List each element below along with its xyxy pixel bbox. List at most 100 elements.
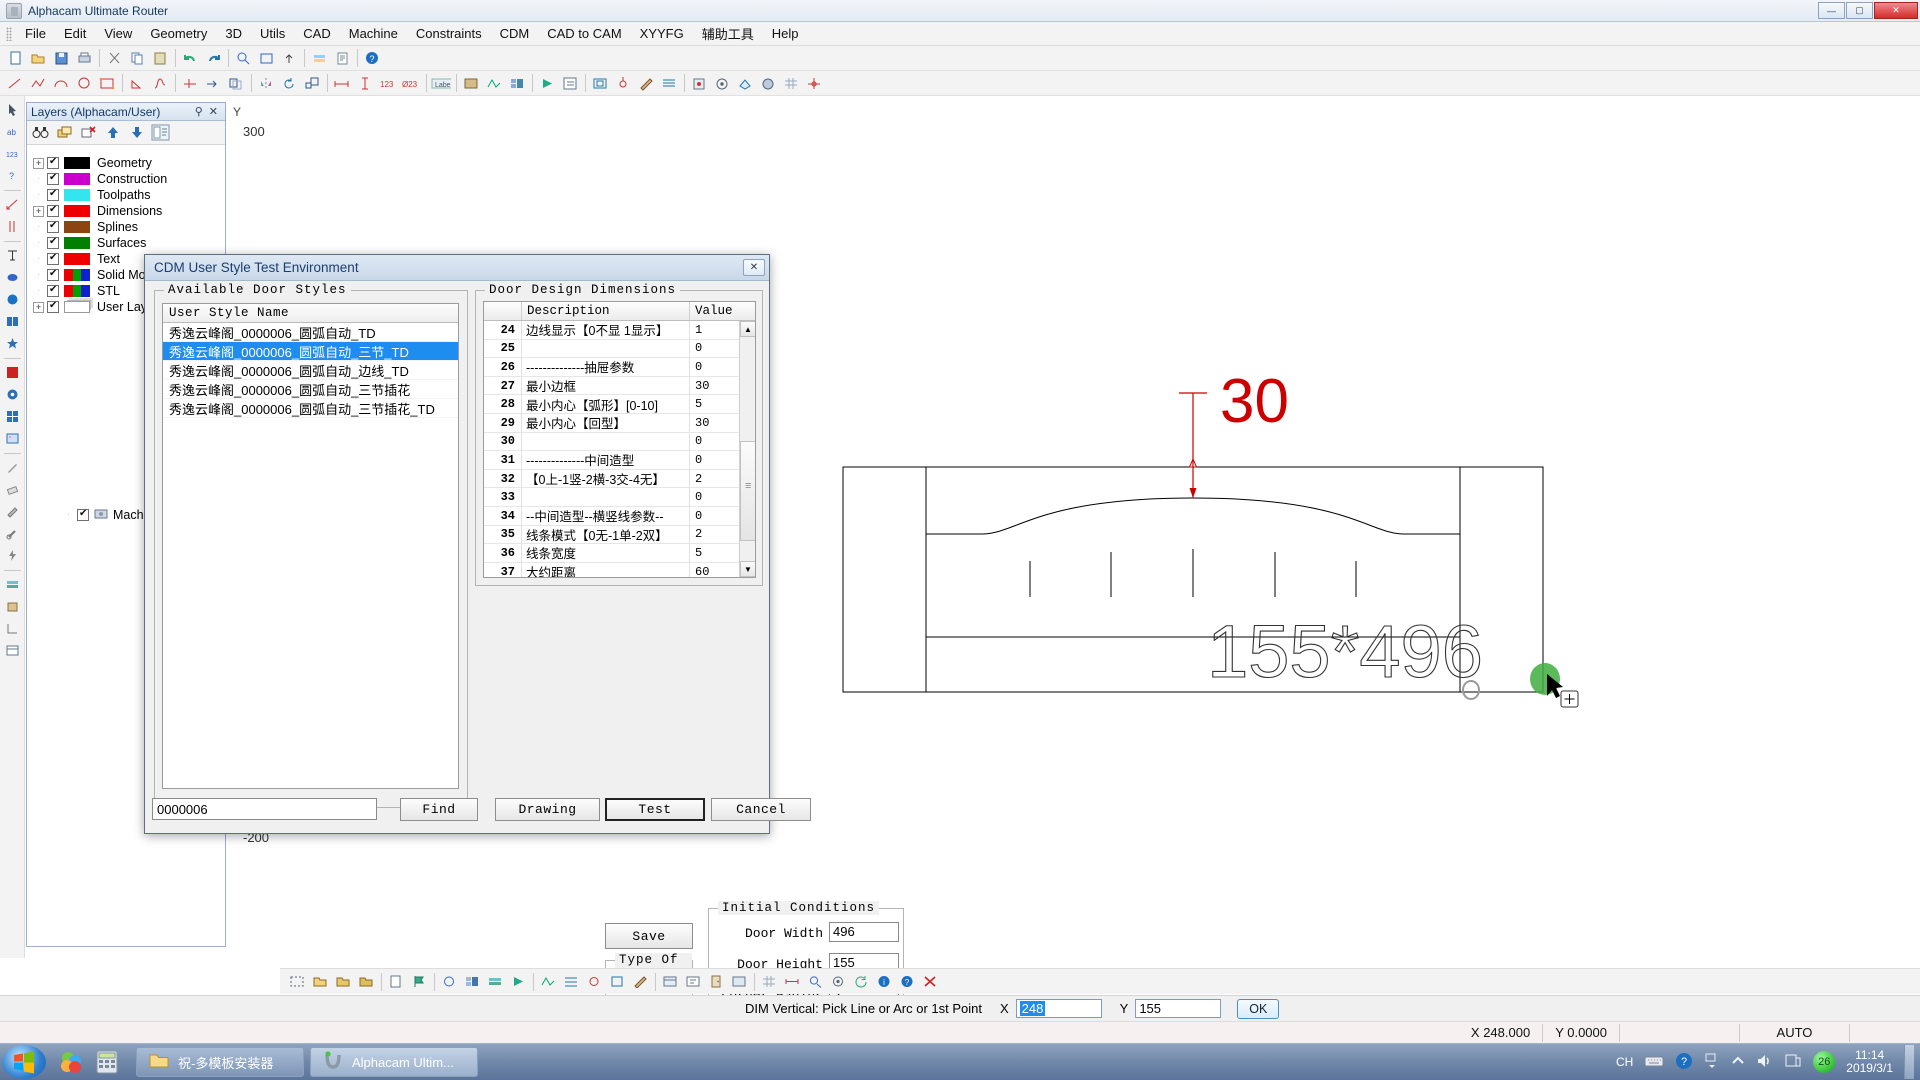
menu-cad[interactable]: CAD (294, 23, 339, 44)
dimension-style-icon[interactable] (781, 971, 802, 992)
dim-vertical-icon[interactable] (354, 73, 376, 94)
menu-machine[interactable]: Machine (340, 23, 407, 44)
mirror-icon[interactable] (255, 73, 277, 94)
list-item[interactable]: 秀逸云峰阁_0000006_圆弧自动_三节_TD (163, 342, 458, 361)
folder-open-icon[interactable] (309, 971, 330, 992)
arc-icon[interactable] (50, 73, 72, 94)
stop-icon[interactable] (2, 362, 23, 383)
table-row[interactable]: 34 --中间造型--横竖线参数-- 0 (484, 506, 755, 526)
menu-help[interactable]: Help (763, 23, 808, 44)
layer-visible-checkbox[interactable] (47, 156, 59, 169)
close-panel-icon[interactable]: ✕ (206, 105, 221, 118)
table-row[interactable]: 32 【0上-1竖-2横-3交-4无】 2 (484, 469, 755, 489)
help-tray-icon[interactable]: ? (1675, 1052, 1693, 1073)
engrave-icon[interactable] (635, 73, 657, 94)
scale-icon[interactable] (301, 73, 323, 94)
parallel-icon[interactable] (2, 216, 23, 237)
properties-icon[interactable] (331, 48, 353, 69)
list-item[interactable]: 秀逸云峰阁_0000006_圆弧自动_TD (163, 323, 458, 342)
cut-icon[interactable] (103, 48, 125, 69)
box-icon[interactable] (2, 596, 23, 617)
close-button[interactable]: ✕ (1874, 2, 1918, 19)
layer-visible-checkbox[interactable] (47, 220, 59, 233)
material-icon[interactable] (460, 73, 482, 94)
ok-button[interactable]: OK (1237, 998, 1280, 1019)
snap-icon[interactable] (803, 73, 825, 94)
layer-visible-checkbox[interactable] (47, 172, 59, 185)
table-row[interactable]: 25 0 (484, 339, 755, 359)
select-arrow-icon[interactable] (2, 99, 23, 120)
simulate-icon[interactable] (536, 73, 558, 94)
circle-icon[interactable] (73, 73, 95, 94)
scrollbar-thumb[interactable] (740, 441, 755, 541)
layer-row[interactable]: + Geometry (33, 155, 225, 171)
open-file-icon[interactable] (27, 48, 49, 69)
info-icon[interactable]: i (873, 971, 894, 992)
table-row[interactable]: 37 大约距离 60 (484, 562, 755, 577)
rotate-icon[interactable] (278, 73, 300, 94)
layer-row[interactable]: · Construction (33, 171, 225, 187)
cdm-door-icon[interactable] (705, 971, 726, 992)
layer-select-icon[interactable] (308, 48, 330, 69)
expander-icon[interactable]: + (33, 157, 44, 169)
taskbar-item-installer[interactable]: 祝-多模板安装器 (136, 1047, 304, 1077)
layer-row[interactable]: · Surfaces (33, 235, 225, 251)
corner-icon[interactable] (2, 618, 23, 639)
gear-blue-icon[interactable] (2, 384, 23, 405)
menu-assist-tools[interactable]: 辅助工具 (693, 21, 763, 46)
menu-constraints[interactable]: Constraints (407, 23, 491, 44)
ellipse-icon[interactable] (2, 267, 23, 288)
polyline-icon[interactable] (27, 73, 49, 94)
book-icon[interactable] (2, 311, 23, 332)
cdm-edit-icon[interactable] (682, 971, 703, 992)
render-icon[interactable] (757, 73, 779, 94)
table-row[interactable]: 29 最小内心【回型】 30 (484, 413, 755, 433)
calculator-icon[interactable] (94, 1049, 120, 1075)
taskbar-item-alphacam[interactable]: Alphacam Ultim... (310, 1047, 478, 1077)
text-tool-icon[interactable] (2, 245, 23, 266)
dim-horizontal-icon[interactable] (331, 73, 353, 94)
stack-icon[interactable] (2, 574, 23, 595)
star-icon[interactable] (2, 333, 23, 354)
drill-icon[interactable] (612, 73, 634, 94)
label-icon[interactable]: Label (430, 73, 452, 94)
rectangle-icon[interactable] (96, 73, 118, 94)
show-hidden-icons-icon[interactable] (1731, 1055, 1745, 1070)
menu-3d[interactable]: 3D (216, 23, 251, 44)
layer-properties-icon[interactable] (151, 123, 170, 142)
tool-path-3-icon[interactable] (583, 971, 604, 992)
measure-icon[interactable] (2, 194, 23, 215)
new-layer-icon[interactable] (55, 123, 74, 142)
cdm-sheet-icon[interactable] (728, 971, 749, 992)
exit-icon[interactable] (919, 971, 940, 992)
view-3d-icon[interactable] (734, 73, 756, 94)
line-icon[interactable] (4, 73, 26, 94)
menu-geometry[interactable]: Geometry (141, 23, 216, 44)
clock[interactable]: 11:14 2019/3/1 (1846, 1049, 1893, 1075)
flag-icon[interactable] (408, 971, 429, 992)
menu-xyyfg[interactable]: XYYFG (631, 23, 693, 44)
layer-row[interactable]: · Splines (33, 219, 225, 235)
table-row[interactable]: 36 线条宽度 5 (484, 544, 755, 563)
layer-visible-checkbox[interactable] (47, 188, 59, 201)
pen-icon[interactable] (2, 457, 23, 478)
move-down-icon[interactable] (127, 123, 146, 142)
trim-icon[interactable] (179, 73, 201, 94)
image-icon[interactable] (2, 428, 23, 449)
table-row[interactable]: 30 0 (484, 432, 755, 452)
help-icon[interactable]: ? (361, 48, 383, 69)
cdm-panel-icon[interactable] (659, 971, 680, 992)
text-small-icon[interactable]: ab (2, 121, 23, 142)
numbers-icon[interactable]: 123 (2, 143, 23, 164)
minimize-button[interactable]: — (1818, 2, 1845, 19)
binoculars-icon[interactable] (31, 123, 50, 142)
keyboard-icon[interactable] (1644, 1054, 1664, 1071)
maximize-button[interactable]: ▢ (1846, 2, 1873, 19)
layer-row[interactable]: · Toolpaths (33, 187, 225, 203)
wrench-icon[interactable] (2, 523, 23, 544)
tool-path-4-icon[interactable] (606, 971, 627, 992)
copy-icon[interactable] (126, 48, 148, 69)
prompt-y-input[interactable]: 155 (1135, 999, 1222, 1018)
prompt-x-input[interactable]: 248 (1015, 999, 1102, 1018)
tool-path-5-icon[interactable] (629, 971, 650, 992)
